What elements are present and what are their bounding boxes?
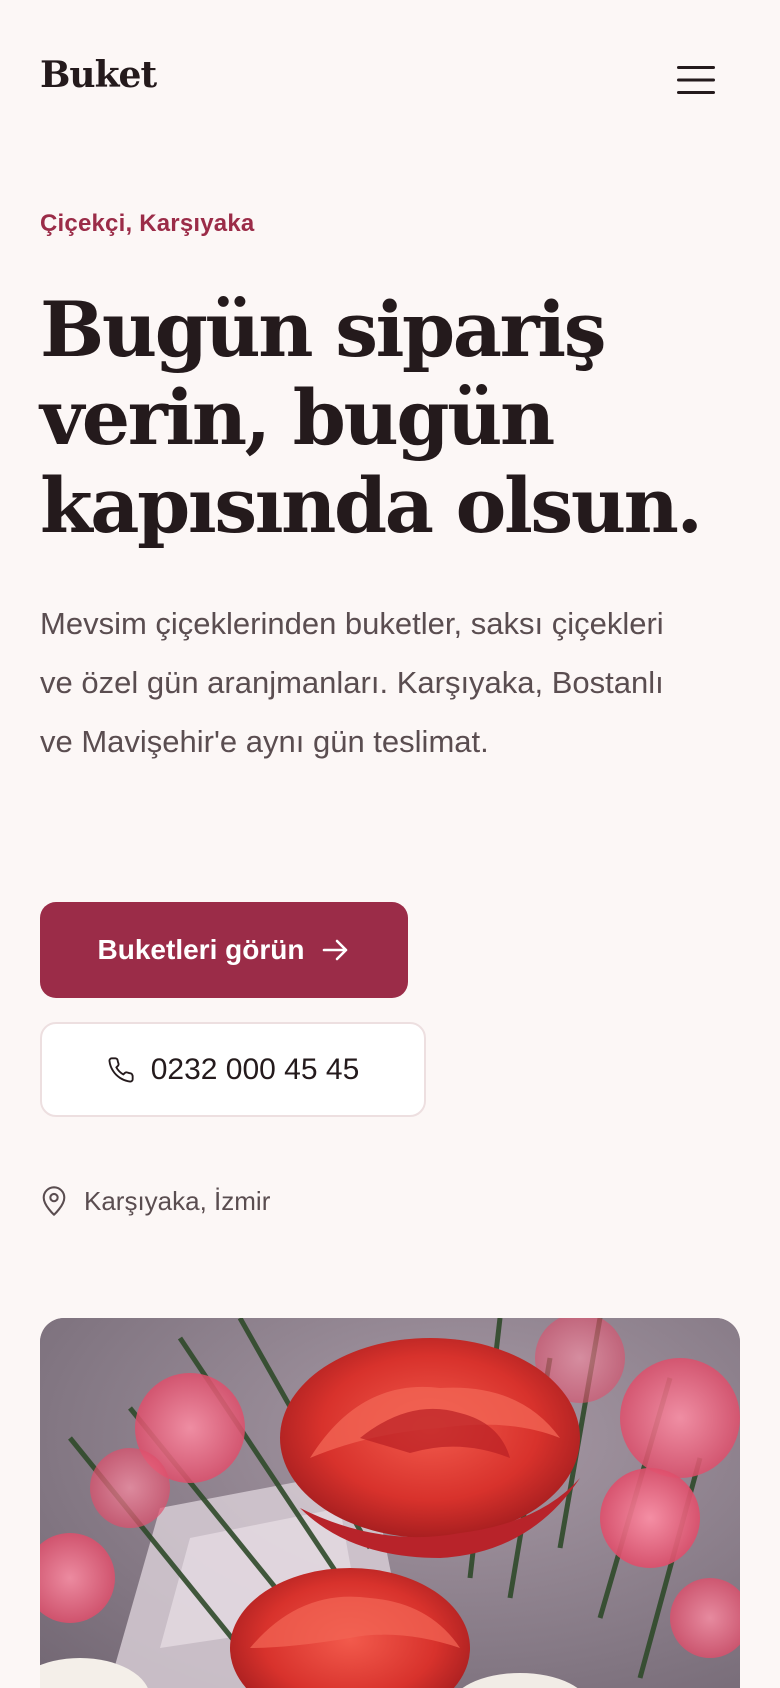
hero-eyebrow: Çiçekçi, Karşıyaka xyxy=(40,210,255,237)
location-line: Karşıyaka, İzmir xyxy=(40,1182,270,1220)
map-pin-icon xyxy=(42,1186,66,1216)
call-phone-button[interactable]: 0232 000 45 45 xyxy=(40,1022,426,1117)
hero-headline: Bugün sipariş verin, bugün kapısında ols… xyxy=(40,285,703,550)
top-bar: Buket xyxy=(0,0,780,160)
phone-number: 0232 000 45 45 xyxy=(150,1052,360,1086)
view-bouquets-button[interactable]: Buketleri görün xyxy=(40,902,408,998)
page: Buket Çiçekçi, Karşıyaka Bugün sipariş v… xyxy=(0,0,780,1688)
arrow-right-icon xyxy=(323,939,348,961)
phone-icon xyxy=(108,1056,134,1082)
hamburger-menu-icon xyxy=(677,66,715,94)
hero-image-red-roses xyxy=(40,1318,740,1688)
menu-button[interactable] xyxy=(672,58,720,102)
hero-lead: Mevsim çiçeklerinden buketler, saksı çiç… xyxy=(40,606,664,759)
view-bouquets-label: Buketleri görün xyxy=(97,934,305,965)
location-label: Karşıyaka, İzmir xyxy=(84,1185,271,1216)
brand-logo[interactable]: Buket xyxy=(40,54,157,96)
